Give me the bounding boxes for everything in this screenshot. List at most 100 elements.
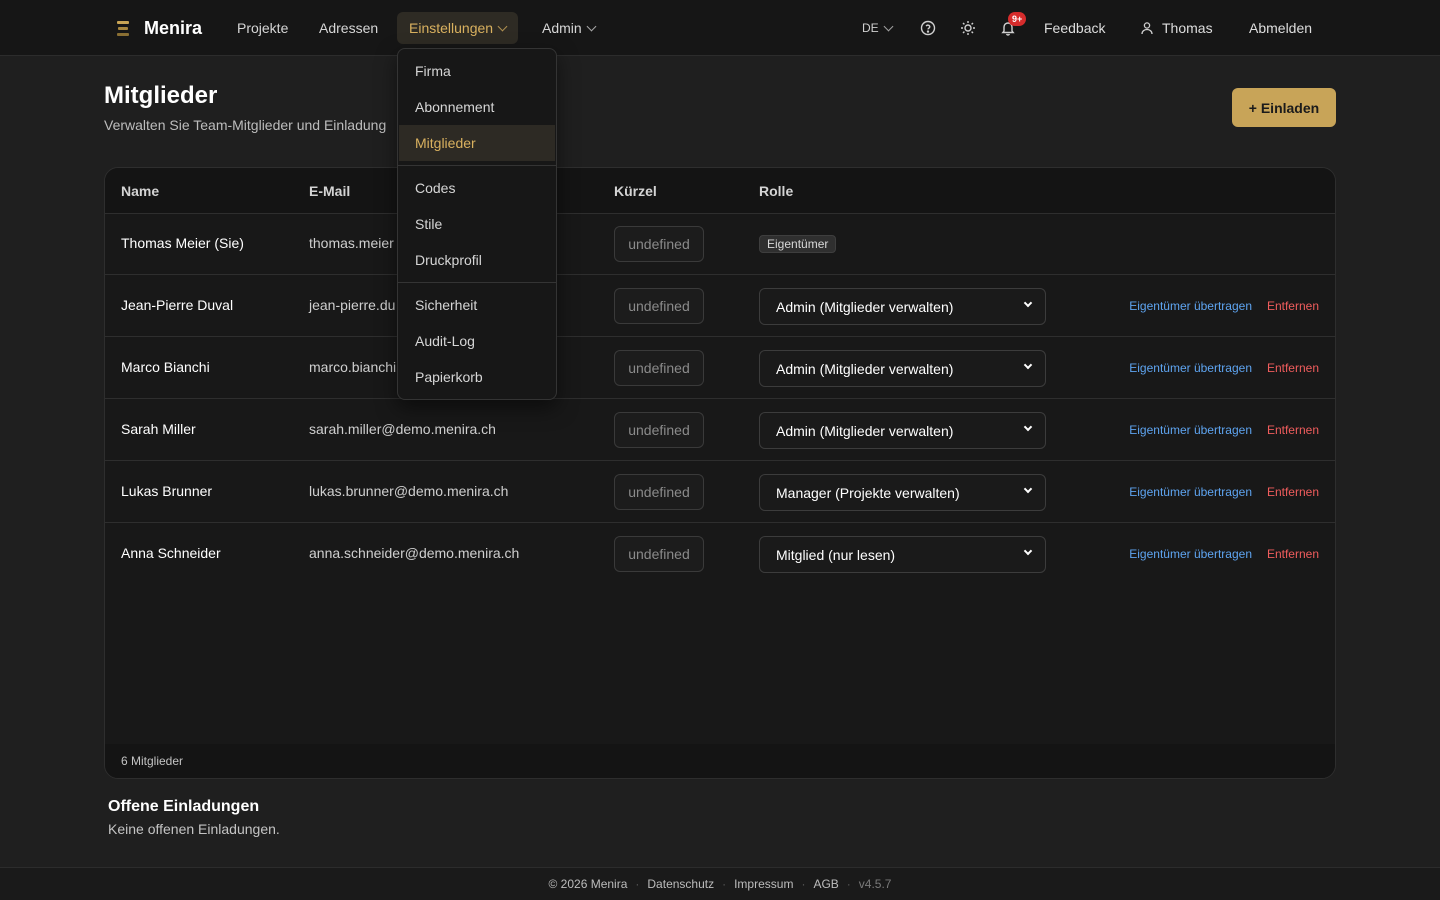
logout-button[interactable]: Abmelden xyxy=(1238,12,1323,44)
footer-imprint-link[interactable]: Impressum xyxy=(734,877,793,891)
chevron-down-icon xyxy=(497,21,508,31)
role-select[interactable]: Mitglied (nur lesen) xyxy=(759,536,1046,573)
remove-member-link[interactable]: Entfernen xyxy=(1267,485,1319,499)
table-row: Jean-Pierre Duval jean-pierre.du undefin… xyxy=(105,275,1335,337)
help-button[interactable] xyxy=(912,12,944,44)
settings-menu-item-stile[interactable]: Stile xyxy=(399,206,555,242)
member-name: Thomas Meier (Sie) xyxy=(121,235,244,251)
remove-member-link[interactable]: Entfernen xyxy=(1267,361,1319,375)
table-header: Name E-Mail Kürzel Rolle xyxy=(105,168,1335,214)
nav-projects-label: Projekte xyxy=(237,20,289,36)
kuerzel-input[interactable]: undefined xyxy=(614,536,704,572)
member-name: Marco Bianchi xyxy=(121,359,210,375)
menu-divider xyxy=(398,165,556,166)
table-row: Anna Schneider anna.schneider@demo.menir… xyxy=(105,523,1335,585)
column-header-name: Name xyxy=(121,183,160,199)
member-name: Lukas Brunner xyxy=(121,483,213,499)
kuerzel-input[interactable]: undefined xyxy=(614,288,704,324)
settings-menu-item-mitglieder[interactable]: Mitglieder xyxy=(399,125,555,161)
nav-settings[interactable]: Einstellungen xyxy=(397,12,519,44)
chevron-down-icon xyxy=(883,21,894,31)
role-select-value: Mitglied (nur lesen) xyxy=(776,546,896,563)
settings-menu-item-sicherheit[interactable]: Sicherheit xyxy=(399,287,555,323)
member-email: thomas.meier xyxy=(309,235,394,251)
settings-menu-item-codes[interactable]: Codes xyxy=(399,170,555,206)
kuerzel-input[interactable]: undefined xyxy=(614,474,704,510)
kuerzel-input[interactable]: undefined xyxy=(614,226,704,262)
member-email: marco.bianchi xyxy=(309,359,397,375)
nav-admin-label: Admin xyxy=(542,20,582,36)
table-row: Lukas Brunner lukas.brunner@demo.menira.… xyxy=(105,461,1335,523)
table-row: Marco Bianchi marco.bianchi undefined Ad… xyxy=(105,337,1335,399)
chevron-down-icon xyxy=(586,21,597,31)
user-menu[interactable]: Thomas xyxy=(1130,12,1223,44)
top-navigation: Menira Projekte Adressen Einstellungen A… xyxy=(0,0,1440,56)
nav-addresses-label: Adressen xyxy=(319,20,379,36)
kuerzel-input[interactable]: undefined xyxy=(614,412,704,448)
nav-settings-label: Einstellungen xyxy=(409,20,494,36)
settings-menu-item-druckprofil[interactable]: Druckprofil xyxy=(399,242,555,278)
chevron-down-icon xyxy=(1023,422,1033,432)
table-row: Sarah Miller sarah.miller@demo.menira.ch… xyxy=(105,399,1335,461)
chevron-down-icon xyxy=(1023,484,1033,494)
theme-toggle[interactable] xyxy=(952,12,984,44)
footer-copyright: © 2026 Menira xyxy=(548,877,628,891)
footer-separator: · xyxy=(846,877,851,891)
remove-member-link[interactable]: Entfernen xyxy=(1267,423,1319,437)
transfer-ownership-link[interactable]: Eigentümer übertragen xyxy=(1129,361,1252,375)
role-select-value: Admin (Mitglieder verwalten) xyxy=(776,422,954,439)
member-email: lukas.brunner@demo.menira.ch xyxy=(309,483,509,499)
brand-name: Menira xyxy=(144,17,203,38)
invite-button[interactable]: + Einladen xyxy=(1232,88,1336,127)
role-select[interactable]: Admin (Mitglieder verwalten) xyxy=(759,350,1046,387)
nav-projects[interactable]: Projekte xyxy=(225,12,300,44)
table-footer: 6 Mitglieder xyxy=(105,744,1335,778)
nav-admin[interactable]: Admin xyxy=(530,12,607,44)
chevron-down-icon xyxy=(1023,360,1033,370)
footer-terms-link[interactable]: AGB xyxy=(813,877,838,891)
logout-label: Abmelden xyxy=(1249,20,1313,36)
footer-privacy-link[interactable]: Datenschutz xyxy=(647,877,714,891)
role-select-value: Admin (Mitglieder verwalten) xyxy=(776,298,954,315)
user-name: Thomas xyxy=(1162,20,1213,36)
settings-menu-item-abonnement[interactable]: Abonnement xyxy=(399,89,555,125)
notifications-button[interactable]: 9+ xyxy=(992,12,1027,44)
settings-menu-item-audit-log[interactable]: Audit-Log xyxy=(399,323,555,359)
sun-icon xyxy=(961,21,975,35)
settings-menu-item-papierkorb[interactable]: Papierkorb xyxy=(399,359,555,395)
transfer-ownership-link[interactable]: Eigentümer übertragen xyxy=(1129,485,1252,499)
role-select[interactable]: Admin (Mitglieder verwalten) xyxy=(759,412,1046,449)
invites-title: Offene Einladungen xyxy=(108,798,260,815)
site-footer: © 2026 Menira · Datenschutz · Impressum … xyxy=(0,867,1440,900)
column-header-kuerzel: Kürzel xyxy=(614,183,657,199)
menu-divider xyxy=(398,282,556,283)
member-name: Anna Schneider xyxy=(121,545,221,561)
remove-member-link[interactable]: Entfernen xyxy=(1267,299,1319,313)
language-label: DE xyxy=(862,21,879,35)
member-email: sarah.miller@demo.menira.ch xyxy=(309,421,496,437)
remove-member-link[interactable]: Entfernen xyxy=(1267,547,1319,561)
brand[interactable]: Menira xyxy=(112,16,202,40)
transfer-ownership-link[interactable]: Eigentümer übertragen xyxy=(1129,423,1252,437)
settings-menu-item-firma[interactable]: Firma xyxy=(399,53,555,89)
transfer-ownership-link[interactable]: Eigentümer übertragen xyxy=(1129,299,1252,313)
footer-separator: · xyxy=(801,877,806,891)
nav-addresses[interactable]: Adressen xyxy=(307,12,390,44)
column-header-role: Rolle xyxy=(759,183,794,199)
user-icon xyxy=(1141,22,1153,35)
role-select[interactable]: Admin (Mitglieder verwalten) xyxy=(759,288,1046,325)
member-email: anna.schneider@demo.menira.ch xyxy=(309,545,520,561)
column-header-email: E-Mail xyxy=(309,183,351,199)
transfer-ownership-link[interactable]: Eigentümer übertragen xyxy=(1129,547,1252,561)
page-subtitle: Verwalten Sie Team-Mitglieder und Einlad… xyxy=(104,117,387,133)
language-switcher[interactable]: DE xyxy=(852,12,902,44)
page-title: Mitglieder xyxy=(104,82,218,109)
table-row: Thomas Meier (Sie) thomas.meier undefine… xyxy=(105,213,1335,275)
kuerzel-input[interactable]: undefined xyxy=(614,350,704,386)
role-select[interactable]: Manager (Projekte verwalten) xyxy=(759,474,1046,511)
owner-badge: Eigentümer xyxy=(759,235,837,253)
brand-logo-icon xyxy=(112,17,134,39)
feedback-button[interactable]: Feedback xyxy=(1032,12,1117,44)
chevron-down-icon xyxy=(1023,298,1033,308)
members-table: Name E-Mail Kürzel Rolle Thomas Meier (S… xyxy=(104,167,1336,779)
